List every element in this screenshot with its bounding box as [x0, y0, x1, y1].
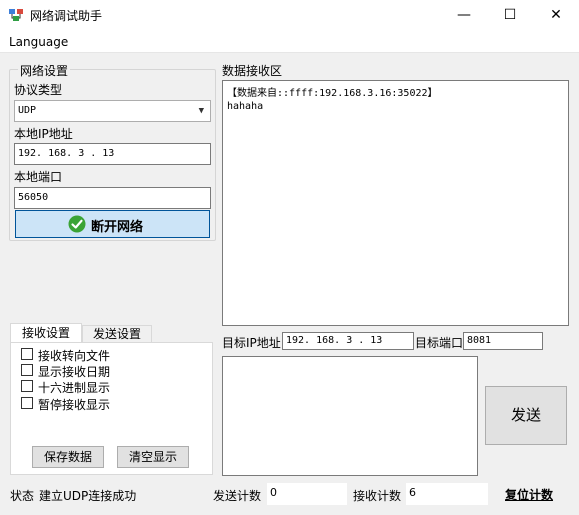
- hex-display-checkbox[interactable]: [21, 380, 33, 392]
- app-network-icon: [9, 9, 23, 21]
- receive-to-file-checkbox[interactable]: [21, 348, 33, 360]
- target-port-input[interactable]: 8081: [463, 332, 543, 350]
- receive-line: hahaha: [227, 101, 264, 112]
- local-port-label: 本地端口: [14, 170, 63, 184]
- reset-count-button[interactable]: 复位计数: [505, 486, 553, 503]
- recv-count-field: 6: [406, 483, 488, 505]
- local-port-input[interactable]: 56050: [14, 187, 211, 209]
- target-port-label: 目标端口: [415, 336, 464, 350]
- protocol-select[interactable]: UDP ▼: [14, 100, 211, 122]
- local-ip-input[interactable]: 192. 168. 3 . 13: [14, 143, 211, 165]
- receive-to-file-label: 接收转向文件: [38, 349, 111, 363]
- protocol-value: UDP: [18, 105, 37, 116]
- check-circle-icon: [68, 215, 86, 233]
- disconnect-network-button[interactable]: 断开网络: [15, 210, 210, 238]
- hex-display-label: 十六进制显示: [38, 381, 111, 395]
- menu-bar: [0, 31, 579, 53]
- local-ip-label: 本地IP地址: [14, 127, 73, 141]
- protocol-label: 协议类型: [14, 83, 63, 97]
- show-receive-date-label: 显示接收日期: [38, 365, 111, 379]
- show-receive-date-checkbox[interactable]: [21, 364, 33, 376]
- minimize-icon[interactable]: —: [441, 0, 487, 31]
- send-button[interactable]: 发送: [485, 386, 567, 445]
- maximize-icon[interactable]: ☐: [487, 0, 533, 31]
- disconnect-network-label: 断开网络: [91, 220, 144, 235]
- clear-display-button[interactable]: 清空显示: [117, 446, 189, 468]
- network-settings-title: 网络设置: [18, 62, 71, 79]
- tab-receive-settings[interactable]: 接收设置: [10, 323, 82, 343]
- save-data-button[interactable]: 保存数据: [32, 446, 104, 468]
- send-textarea[interactable]: [222, 356, 478, 476]
- receive-textarea[interactable]: 【数据来自::ffff:192.168.3.16:35022】 hahaha: [222, 80, 569, 326]
- chevron-down-icon: ▼: [198, 106, 204, 116]
- status-text: 建立UDP连接成功: [39, 489, 137, 503]
- target-ip-input[interactable]: 192. 168. 3 . 13: [282, 332, 414, 350]
- status-label: 状态: [10, 489, 35, 503]
- menu-language[interactable]: Language: [9, 35, 68, 49]
- pause-receive-label: 暂停接收显示: [38, 398, 111, 412]
- recv-count-label: 接收计数: [353, 489, 402, 503]
- receive-line: 【数据来自::ffff:192.168.3.16:35022】: [227, 88, 438, 99]
- window-title: 网络调试助手: [30, 9, 103, 23]
- receive-area-label: 数据接收区: [222, 64, 283, 78]
- target-ip-label: 目标IP地址: [222, 336, 281, 350]
- send-count-label: 发送计数: [213, 489, 262, 503]
- send-count-field: 0: [267, 483, 347, 505]
- tab-send-settings[interactable]: 发送设置: [82, 325, 152, 343]
- pause-receive-checkbox[interactable]: [21, 397, 33, 409]
- close-icon[interactable]: ✕: [533, 0, 579, 31]
